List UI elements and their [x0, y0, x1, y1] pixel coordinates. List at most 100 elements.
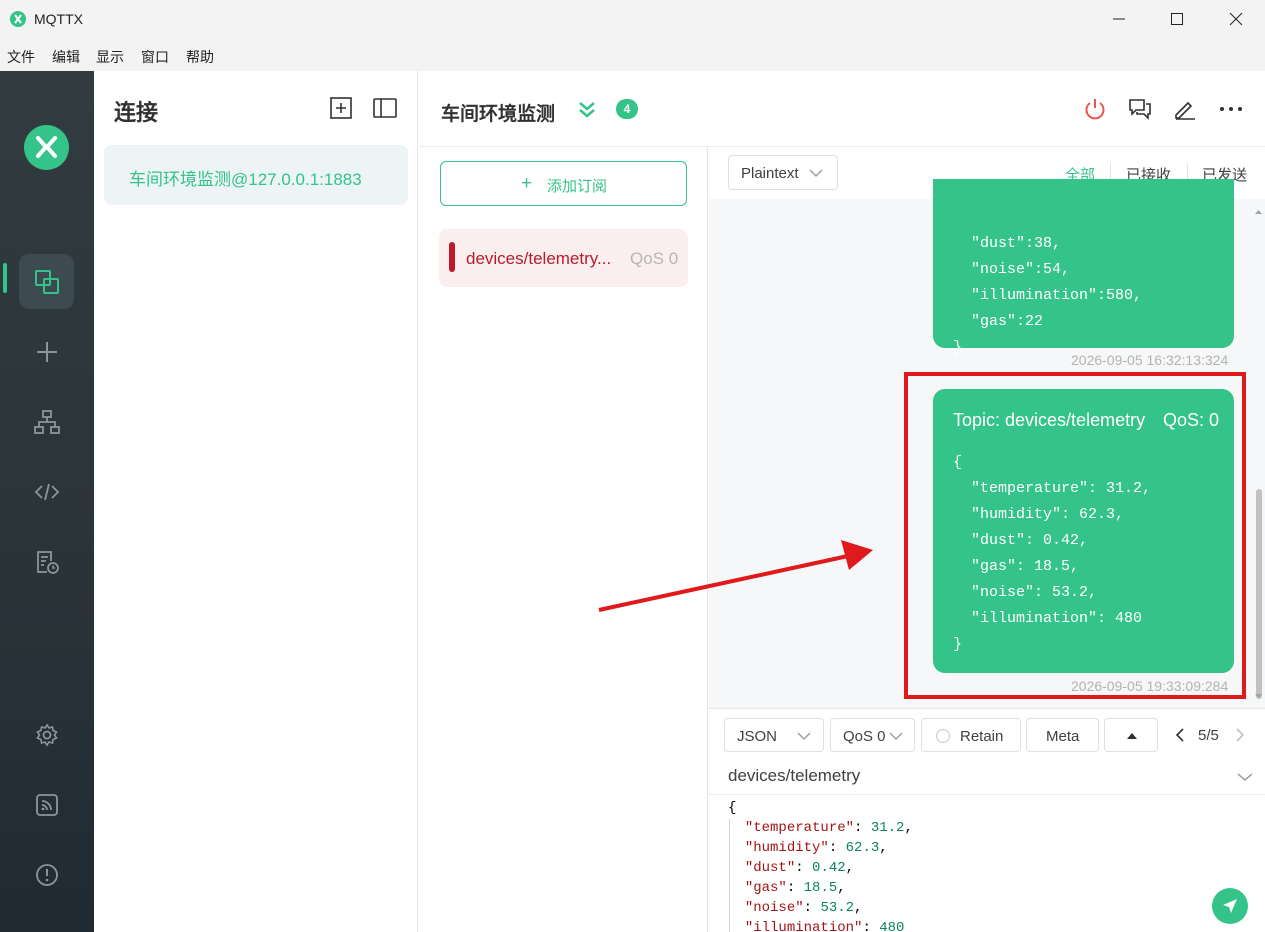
caret-up-icon: [1127, 733, 1137, 739]
nav-rail: [0, 71, 94, 932]
composer-format-value: JSON: [737, 728, 778, 745]
payload-format-value: Plaintext: [741, 165, 799, 182]
prev-page-icon[interactable]: [1174, 728, 1186, 742]
message-time: 2026-09-05 16:32:13:324: [1071, 352, 1229, 368]
menu-bar: 文件 编辑 显示 窗口 帮助: [0, 38, 1265, 71]
edit-icon[interactable]: [1173, 97, 1197, 126]
add-subscription-label: 添加订阅: [547, 178, 608, 195]
publish-topic-input[interactable]: devices/telemetry: [728, 766, 860, 786]
rail-active-indicator: [3, 263, 7, 293]
connection-header: 车间环境监测 4: [419, 71, 1265, 147]
connection-card[interactable]: 车间环境监测@127.0.0.1:1883: [104, 145, 408, 205]
message-scrollbar[interactable]: [1252, 199, 1265, 708]
meta-button[interactable]: Meta: [1026, 718, 1099, 752]
payload-value: 53.2: [820, 900, 855, 916]
connection-name: 车间环境监测@127.0.0.1:1883: [129, 170, 362, 189]
payload-value: 18.5: [803, 880, 838, 896]
menu-window[interactable]: 窗口: [141, 47, 169, 67]
close-button[interactable]: [1207, 0, 1265, 38]
composer-format-select[interactable]: JSON: [724, 718, 824, 752]
subscription-topic: devices/telemetry...: [466, 249, 612, 268]
new-connection-nav-button[interactable]: [19, 324, 74, 379]
retain-radio-icon: [936, 729, 950, 743]
connection-title: 车间环境监测: [441, 104, 556, 125]
scrollbar-thumb[interactable]: [1256, 489, 1262, 699]
meta-label: Meta: [1046, 728, 1080, 745]
annotation-arrow: [598, 540, 873, 612]
code-icon: [34, 483, 60, 501]
payload-brace: {: [728, 800, 737, 816]
highlight-box: [904, 372, 1246, 699]
chat-icon[interactable]: [1128, 97, 1152, 126]
payload-value: 31.2: [870, 820, 905, 836]
message-composer: JSON QoS 0 Retain Meta 5/5 devices/telem…: [708, 708, 1265, 932]
payload-value: 0.42: [812, 860, 846, 876]
collapse-double-chevron-icon[interactable]: [577, 99, 597, 124]
app-logo-icon: [10, 11, 26, 27]
plus-icon: +: [521, 173, 533, 194]
scripting-nav-button[interactable]: [19, 464, 74, 519]
subscription-qos: QoS 0: [630, 249, 679, 268]
connections-icon: [35, 270, 59, 294]
log-icon: [37, 551, 59, 574]
scroll-up-icon: [1255, 210, 1262, 214]
composer-qos-select[interactable]: QoS 0: [830, 718, 915, 752]
message-bubble[interactable]: "dust":38, "noise":54, "illumination":58…: [933, 179, 1234, 356]
history-pager: 5/5: [1198, 727, 1219, 744]
payload-key: "temperature": [744, 820, 855, 836]
subscription-color-bar: [449, 242, 455, 272]
collapse-composer-button[interactable]: [1104, 718, 1158, 752]
disconnect-power-icon[interactable]: [1083, 97, 1107, 126]
toggle-sidebar-button[interactable]: [372, 95, 398, 121]
payload-key: "gas": [744, 880, 787, 896]
sidebar-icon: [373, 98, 397, 118]
scroll-down-icon: [1255, 694, 1262, 698]
payload-key: "illumination": [744, 920, 863, 932]
connections-nav-button[interactable]: [19, 254, 74, 309]
payload-value: 62.3: [845, 840, 880, 856]
payload-format-select[interactable]: Plaintext: [728, 155, 838, 190]
plus-icon: [37, 342, 57, 362]
title-bar: MQTTX: [0, 0, 1265, 38]
gear-icon: [36, 723, 58, 747]
maximize-button[interactable]: [1148, 0, 1206, 38]
connections-panel: 连接 车间环境监测@127.0.0.1:1883: [94, 71, 418, 932]
add-square-icon: [330, 97, 352, 119]
chevron-down-icon[interactable]: [1237, 772, 1253, 782]
next-page-icon[interactable]: [1234, 728, 1246, 742]
message-payload: "dust":38, "noise":54, "illumination":58…: [953, 235, 1143, 356]
menu-file[interactable]: 文件: [7, 47, 35, 67]
log-nav-button[interactable]: [19, 534, 74, 589]
settings-nav-button[interactable]: [19, 707, 74, 762]
add-subscription-button[interactable]: + 添加订阅: [440, 161, 687, 206]
info-icon: [36, 864, 58, 886]
payload-value: 480: [879, 920, 905, 932]
window-title: MQTTX: [34, 11, 83, 27]
sitemap-icon: [34, 410, 60, 434]
connections-title: 连接: [114, 100, 159, 125]
payload-key: "dust": [744, 860, 796, 876]
payload-key: "humidity": [744, 840, 829, 856]
menu-edit[interactable]: 编辑: [52, 47, 80, 67]
feed-nav-button[interactable]: [19, 777, 74, 832]
payload-key: "noise": [744, 900, 804, 916]
subscription-count-badge: 4: [616, 99, 638, 119]
minimize-button[interactable]: [1090, 0, 1148, 38]
chevron-down-icon: [797, 732, 811, 741]
menu-help[interactable]: 帮助: [186, 47, 214, 67]
topology-nav-button[interactable]: [19, 394, 74, 449]
chevron-down-icon: [809, 169, 823, 178]
chevron-down-icon: [889, 732, 903, 741]
mqttx-logo-icon: [24, 125, 69, 170]
send-icon: [1223, 899, 1237, 913]
retain-checkbox[interactable]: Retain: [921, 718, 1021, 752]
subscription-item[interactable]: devices/telemetry... QoS 0: [439, 229, 688, 287]
composer-divider: [708, 794, 1265, 795]
payload-editor[interactable]: { "temperature": 31.2, "humidity": 62.3,…: [728, 798, 913, 932]
new-connection-button[interactable]: [328, 95, 354, 121]
menu-view[interactable]: 显示: [96, 47, 124, 67]
about-nav-button[interactable]: [19, 847, 74, 902]
send-button[interactable]: [1212, 888, 1248, 924]
composer-qos-value: QoS 0: [843, 728, 886, 745]
more-icon[interactable]: [1219, 97, 1243, 126]
